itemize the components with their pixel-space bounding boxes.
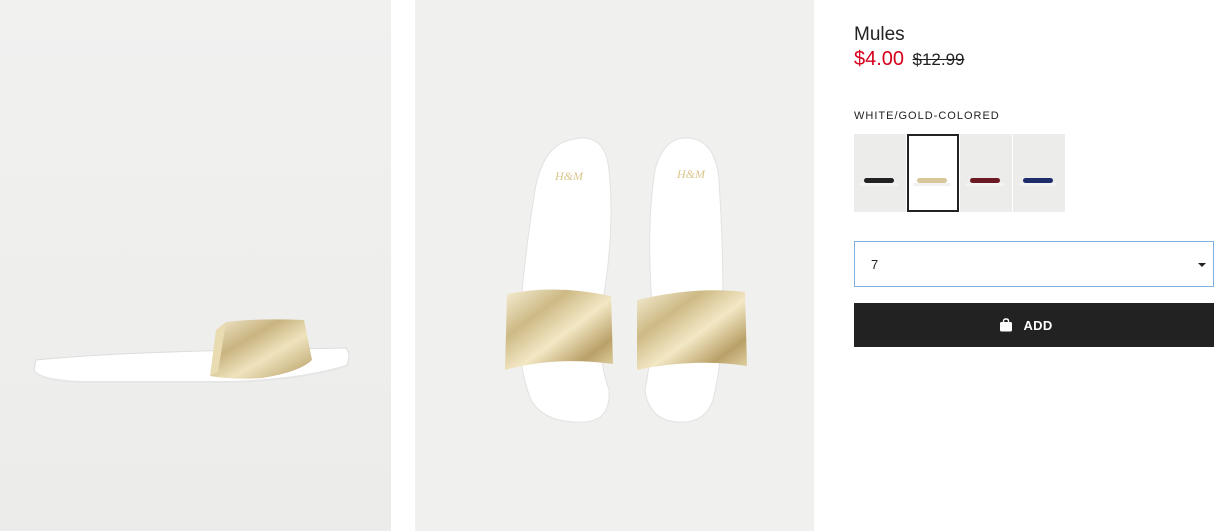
swatch-burgundy[interactable] [960, 134, 1012, 212]
swatch-sole [860, 183, 898, 186]
sale-price: $4.00 [854, 48, 905, 70]
size-select-value: 7 [871, 257, 879, 272]
swatch-strap [970, 178, 1000, 183]
original-price: $12.99 [912, 50, 965, 69]
color-swatches [854, 134, 1065, 212]
add-to-bag-button[interactable]: ADD [854, 303, 1214, 347]
swatch-strap [1023, 178, 1053, 183]
svg-text:H&M: H&M [554, 169, 584, 183]
swatch-sole [913, 183, 951, 186]
swatch-navy[interactable] [1013, 134, 1065, 212]
add-button-label: ADD [1023, 317, 1053, 333]
product-title: Mules [854, 24, 905, 45]
swatch-strap [917, 178, 947, 183]
sandal-side-illustration [33, 319, 350, 383]
product-image-side[interactable] [0, 0, 391, 531]
caret-down-icon [1198, 263, 1206, 267]
swatch-white-gold[interactable] [907, 134, 959, 212]
shopping-bag-icon [1000, 318, 1013, 332]
product-image-top[interactable]: H&M H&M [415, 0, 814, 531]
swatch-sole [966, 183, 1004, 186]
swatch-black[interactable] [854, 134, 906, 212]
svg-text:H&M: H&M [676, 167, 706, 181]
price-row: $4.00 $12.99 [854, 48, 965, 71]
swatch-strap [864, 178, 894, 183]
size-select[interactable]: 7 [854, 241, 1214, 287]
product-page: H&M H&M Mules $4.00 $12.99 WHITE/GOLD-CO… [0, 0, 1214, 531]
sandal-top-illustration: H&M H&M [505, 137, 747, 423]
selected-color-label: WHITE/GOLD-COLORED [854, 110, 1000, 122]
swatch-sole [1019, 183, 1057, 186]
